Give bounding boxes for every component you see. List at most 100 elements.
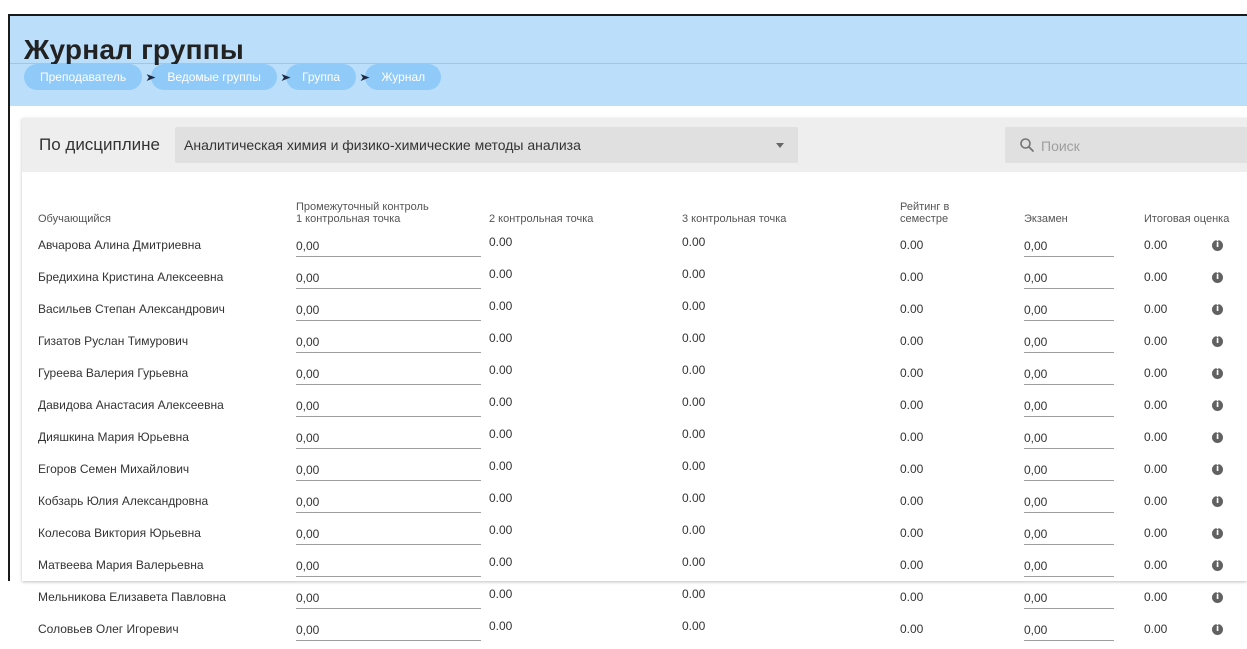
exam-cell	[1024, 617, 1144, 649]
info-icon[interactable]: i	[1212, 304, 1223, 315]
final-grade-value: 0.00	[1144, 590, 1168, 604]
checkpoint-2-value: 0.00	[489, 587, 513, 601]
column-header-checkpoint-2: 2 контрольная точка	[489, 213, 594, 225]
checkpoint-3-value: 0.00	[682, 331, 706, 345]
table-row: Давидова Анастасия Алексеевна0.000.000.0…	[22, 393, 1247, 425]
checkpoint-1-cell	[296, 361, 489, 393]
final-grade-cell: 0.00 i	[1144, 425, 1247, 457]
checkpoint-1-input[interactable]	[296, 555, 481, 577]
exam-input[interactable]	[1024, 331, 1114, 353]
table-row: Гуреева Валерия Гурьевна0.000.000.000.00…	[22, 361, 1247, 393]
info-icon[interactable]: i	[1212, 432, 1223, 443]
exam-input[interactable]	[1024, 587, 1114, 609]
rating-value: 0.00	[900, 462, 924, 476]
exam-cell	[1024, 457, 1144, 489]
checkpoint-1-input[interactable]	[296, 363, 481, 385]
checkpoint-1-cell	[296, 521, 489, 553]
checkpoint-3-cell: 0.00	[682, 329, 900, 361]
checkpoint-3-cell: 0.00	[682, 425, 900, 457]
student-name: Дияшкина Мария Юрьевна	[38, 430, 189, 444]
checkpoint-1-input[interactable]	[296, 459, 481, 481]
info-icon[interactable]: i	[1212, 496, 1223, 507]
info-icon[interactable]: i	[1212, 336, 1223, 347]
exam-input[interactable]	[1024, 299, 1114, 321]
exam-input[interactable]	[1024, 459, 1114, 481]
exam-input[interactable]	[1024, 619, 1114, 641]
exam-input[interactable]	[1024, 395, 1114, 417]
exam-input[interactable]	[1024, 427, 1114, 449]
breadcrumb-item-group[interactable]: Группа	[286, 64, 357, 90]
table-header-row: Обучающийся Промежуточный контроль 1 кон…	[22, 188, 1247, 233]
info-icon[interactable]: i	[1212, 560, 1223, 571]
checkpoint-1-input[interactable]	[296, 427, 481, 449]
final-grade-cell: 0.00 i	[1144, 521, 1247, 553]
table-row: Кобзарь Юлия Александровна0.000.000.000.…	[22, 489, 1247, 521]
student-name: Матвеева Мария Валерьевна	[38, 558, 204, 572]
info-icon[interactable]: i	[1212, 592, 1223, 603]
checkpoint-1-input[interactable]	[296, 299, 481, 321]
checkpoint-1-input[interactable]	[296, 523, 481, 545]
discipline-select[interactable]: Аналитическая химия и физико-химические …	[175, 127, 798, 163]
exam-input[interactable]	[1024, 555, 1114, 577]
checkpoint-1-cell	[296, 297, 489, 329]
info-icon[interactable]: i	[1212, 528, 1223, 539]
checkpoint-1-input[interactable]	[296, 395, 481, 417]
student-name: Давидова Анастасия Алексеевна	[38, 398, 224, 412]
rating-value: 0.00	[900, 526, 924, 540]
exam-input[interactable]	[1024, 491, 1114, 513]
checkpoint-1-input[interactable]	[296, 331, 481, 353]
final-grade-value: 0.00	[1144, 494, 1168, 508]
checkpoint-2-value: 0.00	[489, 427, 513, 441]
checkpoint-2-value: 0.00	[489, 459, 513, 473]
table-row: Бредихина Кристина Алексеевна0.000.000.0…	[22, 265, 1247, 297]
checkpoint-2-cell: 0.00	[489, 233, 682, 265]
rating-cell: 0.00	[900, 585, 1024, 617]
checkpoint-1-input[interactable]	[296, 619, 481, 641]
breadcrumb-item-groups[interactable]: Ведомые группы	[151, 64, 277, 90]
exam-cell	[1024, 233, 1144, 265]
rating-cell: 0.00	[900, 265, 1024, 297]
checkpoint-1-input[interactable]	[296, 235, 481, 257]
checkpoint-3-cell: 0.00	[682, 553, 900, 585]
exam-cell	[1024, 361, 1144, 393]
rating-value: 0.00	[900, 238, 924, 252]
checkpoint-2-cell: 0.00	[489, 553, 682, 585]
checkpoint-3-cell: 0.00	[682, 617, 900, 649]
final-grade-cell: 0.00 i	[1144, 329, 1247, 361]
final-grade-value: 0.00	[1144, 302, 1168, 316]
info-icon[interactable]: i	[1212, 240, 1223, 251]
checkpoint-3-cell: 0.00	[682, 457, 900, 489]
checkpoint-3-value: 0.00	[682, 523, 706, 537]
search-box[interactable]	[1005, 127, 1247, 163]
exam-input[interactable]	[1024, 235, 1114, 257]
search-input[interactable]	[1039, 135, 1233, 157]
info-icon[interactable]: i	[1212, 464, 1223, 475]
column-header-checkpoint-1: Промежуточный контроль 1 контрольная точ…	[296, 188, 489, 233]
info-icon[interactable]: i	[1212, 400, 1223, 411]
exam-cell	[1024, 297, 1144, 329]
exam-input[interactable]	[1024, 267, 1114, 289]
final-grade-cell: 0.00 i	[1144, 297, 1247, 329]
info-icon[interactable]: i	[1212, 272, 1223, 283]
checkpoint-2-cell: 0.00	[489, 297, 682, 329]
student-name: Авчарова Алина Дмитриевна	[38, 238, 202, 252]
checkpoint-1-input[interactable]	[296, 587, 481, 609]
column-header-rating-line2: семестре	[900, 213, 949, 225]
info-icon[interactable]: i	[1212, 368, 1223, 379]
final-grade-value: 0.00	[1144, 558, 1168, 572]
info-icon[interactable]: i	[1212, 624, 1223, 635]
checkpoint-1-input[interactable]	[296, 267, 481, 289]
checkpoint-3-cell: 0.00	[682, 297, 900, 329]
exam-input[interactable]	[1024, 523, 1114, 545]
exam-input[interactable]	[1024, 363, 1114, 385]
breadcrumb-item-journal[interactable]: Журнал	[365, 64, 442, 90]
column-header-student: Обучающийся	[38, 213, 112, 225]
checkpoint-1-input[interactable]	[296, 491, 481, 513]
breadcrumb-item-teacher[interactable]: Преподаватель	[24, 64, 143, 90]
column-header-checkpoint-1-line1: Промежуточный контроль	[296, 201, 429, 213]
rating-cell: 0.00	[900, 233, 1024, 265]
checkpoint-3-value: 0.00	[682, 555, 706, 569]
checkpoint-2-value: 0.00	[489, 267, 513, 281]
final-grade-cell: 0.00 i	[1144, 265, 1247, 297]
final-grade-value: 0.00	[1144, 622, 1168, 636]
